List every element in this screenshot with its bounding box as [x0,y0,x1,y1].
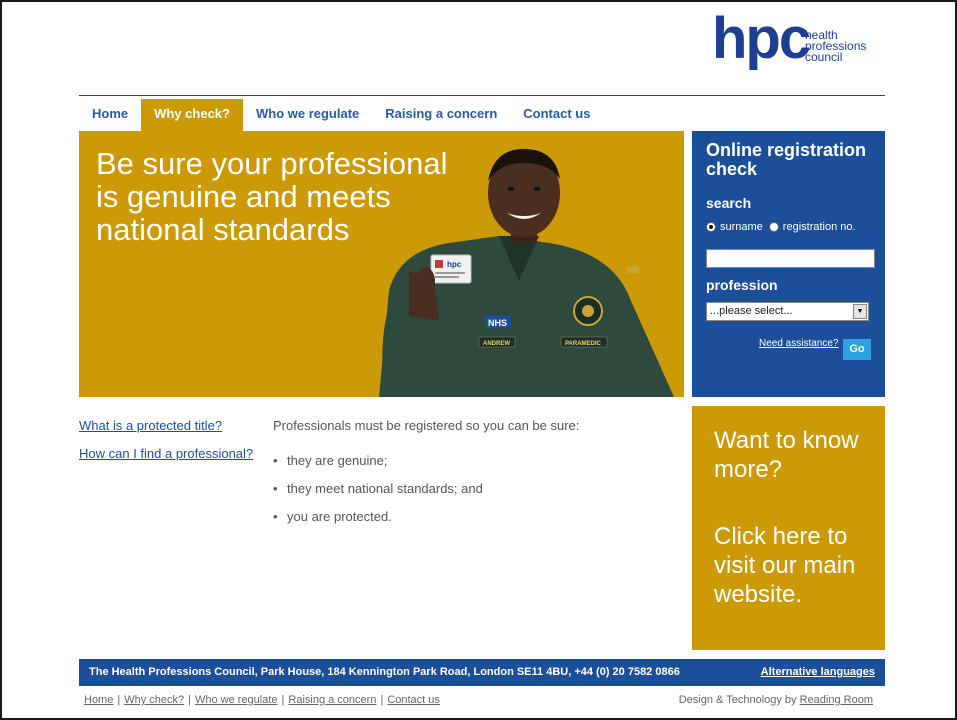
footer-link-why-check[interactable]: Why check? [124,694,184,706]
role-badge: PARAMEDIC [565,341,602,347]
list-item: you are protected. [273,509,673,524]
promo-heading: Want to know more? [714,427,859,483]
search-input[interactable] [706,249,875,268]
protected-title-link[interactable]: What is a protected title? [79,418,253,433]
footer-link-home[interactable]: Home [84,694,113,706]
radio-registration-no[interactable] [768,222,779,232]
footer-address: The Health Professions Council, Park Hou… [89,666,680,678]
go-button[interactable]: Go [843,339,871,360]
credit-prefix: Design & Technology by [678,694,797,706]
nav-home[interactable]: Home [79,99,141,131]
hpc-logo[interactable]: hpc health professions council [710,10,880,82]
promo-cta: Click here to visit our main website. [714,523,856,608]
find-professional-link[interactable]: How can I find a professional? [79,446,253,461]
logo-wordmark: hpc [712,6,811,71]
list-item: they meet national standards; and [273,481,673,496]
registration-check-panel: Online registration check search surname… [692,131,885,397]
main-intro: Professionals must be registered so you … [273,418,580,433]
name-badge: ANDREW [483,341,510,347]
main-website-promo[interactable]: Want to know more? Click here to visit o… [692,406,885,650]
id-card-logo: hpc [447,260,462,269]
chevron-down-icon[interactable]: ▼ [853,304,867,319]
profession-label: profession [706,277,778,293]
design-credit: Design & Technology by Reading Room [679,694,873,706]
footer-link-raising-a-concern[interactable]: Raising a concern [288,694,376,706]
alternative-languages-link[interactable]: Alternative languages [761,659,875,686]
search-type-radios: surname registration no. [706,221,856,233]
footer-separator: | [281,694,285,706]
nav-contact-us[interactable]: Contact us [510,99,603,131]
side-links: What is a protected title? How can I fin… [79,418,253,474]
radio-surname[interactable] [706,222,716,232]
search-label: search [706,195,752,211]
need-assistance-link[interactable]: Need assistance? [759,338,839,349]
footer-separator: | [380,694,384,706]
footer-separator: | [188,694,191,706]
logo-subtext: health professions council [805,28,867,64]
reading-room-link[interactable]: Reading Room [800,694,873,706]
list-item: they are genuine; [273,453,673,468]
paramedic-photo: hpc NHS ANDREW PARAMEDIC [379,149,674,397]
profession-select[interactable]: ...please select... ▼ [706,302,869,321]
radio-registration-no-label: registration no. [782,221,856,233]
profession-select-value: ...please select... [710,305,793,317]
main-nav: Home Why check? Who we regulate Raising … [79,99,603,131]
hero-banner: Be sure your professional is genuine and… [79,131,684,397]
footer-link-who-we-regulate[interactable]: Who we regulate [195,694,278,706]
footer-links: Home | Why check? | Who we regulate | Ra… [84,694,440,706]
assurance-list: they are genuine; they meet national sta… [273,453,673,524]
radio-surname-label: surname [720,221,763,233]
footer-link-contact-us[interactable]: Contact us [387,694,440,706]
nhs-badge: NHS [488,318,507,328]
main-content: Professionals must be registered so you … [273,418,673,537]
nav-who-we-regulate[interactable]: Who we regulate [243,99,372,131]
nav-divider [79,95,885,96]
footer-separator: | [117,694,121,706]
footer-bar: The Health Professions Council, Park Hou… [79,659,885,686]
registration-title: Online registration check [706,140,867,179]
nav-why-check[interactable]: Why check? [141,99,243,131]
nav-raising-a-concern[interactable]: Raising a concern [372,99,510,131]
